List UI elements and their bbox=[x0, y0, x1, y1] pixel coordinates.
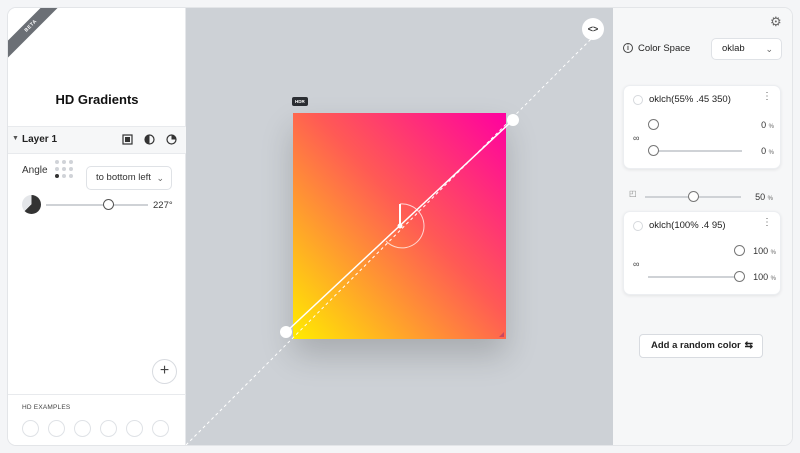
angle-slider-thumb[interactable] bbox=[103, 199, 114, 210]
info-icon[interactable]: i bbox=[623, 43, 633, 53]
contrast-icon[interactable] bbox=[144, 134, 155, 145]
color-space-value: oklab bbox=[722, 43, 745, 54]
stop-value[interactable]: 0 % bbox=[746, 120, 774, 130]
stop-swatch[interactable] bbox=[633, 95, 643, 105]
more-menu-icon[interactable]: ⋮ bbox=[762, 218, 772, 228]
angle-slider-track[interactable] bbox=[46, 204, 148, 206]
stop-slider-track[interactable] bbox=[652, 150, 742, 152]
end-handle[interactable] bbox=[507, 114, 519, 126]
color-space-select[interactable]: oklab ⌄ bbox=[711, 38, 782, 60]
stop-value[interactable]: 100 % bbox=[746, 246, 776, 256]
stop-value[interactable]: 0 % bbox=[746, 146, 774, 156]
example-swatch[interactable] bbox=[126, 420, 143, 437]
stop-slider-thumb[interactable] bbox=[648, 145, 659, 156]
link-icon[interactable]: ∞ bbox=[633, 259, 639, 269]
beta-badge: BETA bbox=[8, 8, 68, 63]
gradient-canvas[interactable]: HDR <> bbox=[186, 8, 613, 445]
direction-select[interactable]: to bottom left ⌄ bbox=[86, 166, 172, 190]
angle-pie-icon bbox=[22, 195, 41, 214]
angle-value[interactable]: 227° bbox=[153, 200, 173, 211]
more-menu-icon[interactable]: ⋮ bbox=[762, 92, 772, 102]
chevron-down-icon: ⌄ bbox=[765, 44, 773, 54]
add-layer-button[interactable]: + bbox=[152, 359, 177, 384]
example-swatch[interactable] bbox=[48, 420, 65, 437]
stop-slider-thumb[interactable] bbox=[648, 119, 659, 130]
stop-slider-track[interactable] bbox=[648, 276, 740, 278]
midpoint-value[interactable]: 50 % bbox=[745, 192, 773, 202]
stop-swatch[interactable] bbox=[633, 221, 643, 231]
midpoint-row: ◰ 50 % bbox=[623, 188, 781, 206]
gradient-line-overlay bbox=[186, 27, 603, 445]
pie-chart-icon[interactable] bbox=[166, 134, 177, 145]
app-title: HD Gradients bbox=[55, 92, 139, 107]
add-random-color-button[interactable]: Add a random color ⇆ bbox=[639, 334, 763, 358]
stop-value[interactable]: 100 % bbox=[746, 272, 776, 282]
app-window: BETA HD Gradients ▼ Layer 1 Angle to bot… bbox=[8, 8, 792, 445]
collapse-caret-icon[interactable]: ▼ bbox=[12, 135, 19, 142]
stop-color-name[interactable]: oklch(55% .45 350) bbox=[649, 94, 731, 105]
example-swatch[interactable] bbox=[74, 420, 91, 437]
stop-slider-thumb[interactable] bbox=[734, 271, 745, 282]
gear-icon[interactable]: ⚙ bbox=[770, 14, 782, 30]
stop-color-name[interactable]: oklch(100% .4 95) bbox=[649, 220, 726, 231]
midpoint-slider-thumb[interactable] bbox=[688, 191, 699, 202]
random-button-label: Add a random color bbox=[651, 340, 741, 351]
layer-name[interactable]: Layer 1 bbox=[22, 134, 57, 145]
chevron-down-icon: ⌄ bbox=[156, 173, 164, 183]
stop-slider-thumb[interactable] bbox=[734, 245, 745, 256]
hd-examples: HD EXAMPLES bbox=[8, 394, 186, 445]
angle-label: Angle bbox=[22, 165, 48, 176]
eraser-icon: ◰ bbox=[629, 189, 637, 198]
link-icon[interactable]: ∞ bbox=[633, 133, 639, 143]
layer-row[interactable]: ▼ Layer 1 bbox=[8, 126, 186, 154]
direction-picker[interactable] bbox=[55, 160, 75, 180]
left-panel: BETA HD Gradients ▼ Layer 1 Angle to bot… bbox=[8, 8, 186, 445]
layout-icon[interactable] bbox=[122, 134, 133, 145]
direction-value: to bottom left bbox=[96, 172, 151, 183]
hd-examples-label: HD EXAMPLES bbox=[22, 404, 71, 411]
beta-ribbon: BETA bbox=[8, 8, 68, 68]
start-handle[interactable] bbox=[280, 326, 292, 338]
example-swatch[interactable] bbox=[152, 420, 169, 437]
code-button[interactable]: <> bbox=[582, 18, 604, 40]
color-stop-card: oklch(55% .45 350) ⋮ ∞ 0 % 0 % bbox=[623, 85, 781, 169]
example-swatch[interactable] bbox=[100, 420, 117, 437]
example-swatch[interactable] bbox=[22, 420, 39, 437]
color-space-label: Color Space bbox=[638, 43, 691, 54]
right-panel: ⚙ i Color Space oklab ⌄ oklch(55% .45 35… bbox=[613, 8, 792, 445]
color-stop-card: oklch(100% .4 95) ⋮ ∞ 100 % 100 % bbox=[623, 211, 781, 295]
shuffle-icon: ⇆ bbox=[744, 340, 753, 351]
